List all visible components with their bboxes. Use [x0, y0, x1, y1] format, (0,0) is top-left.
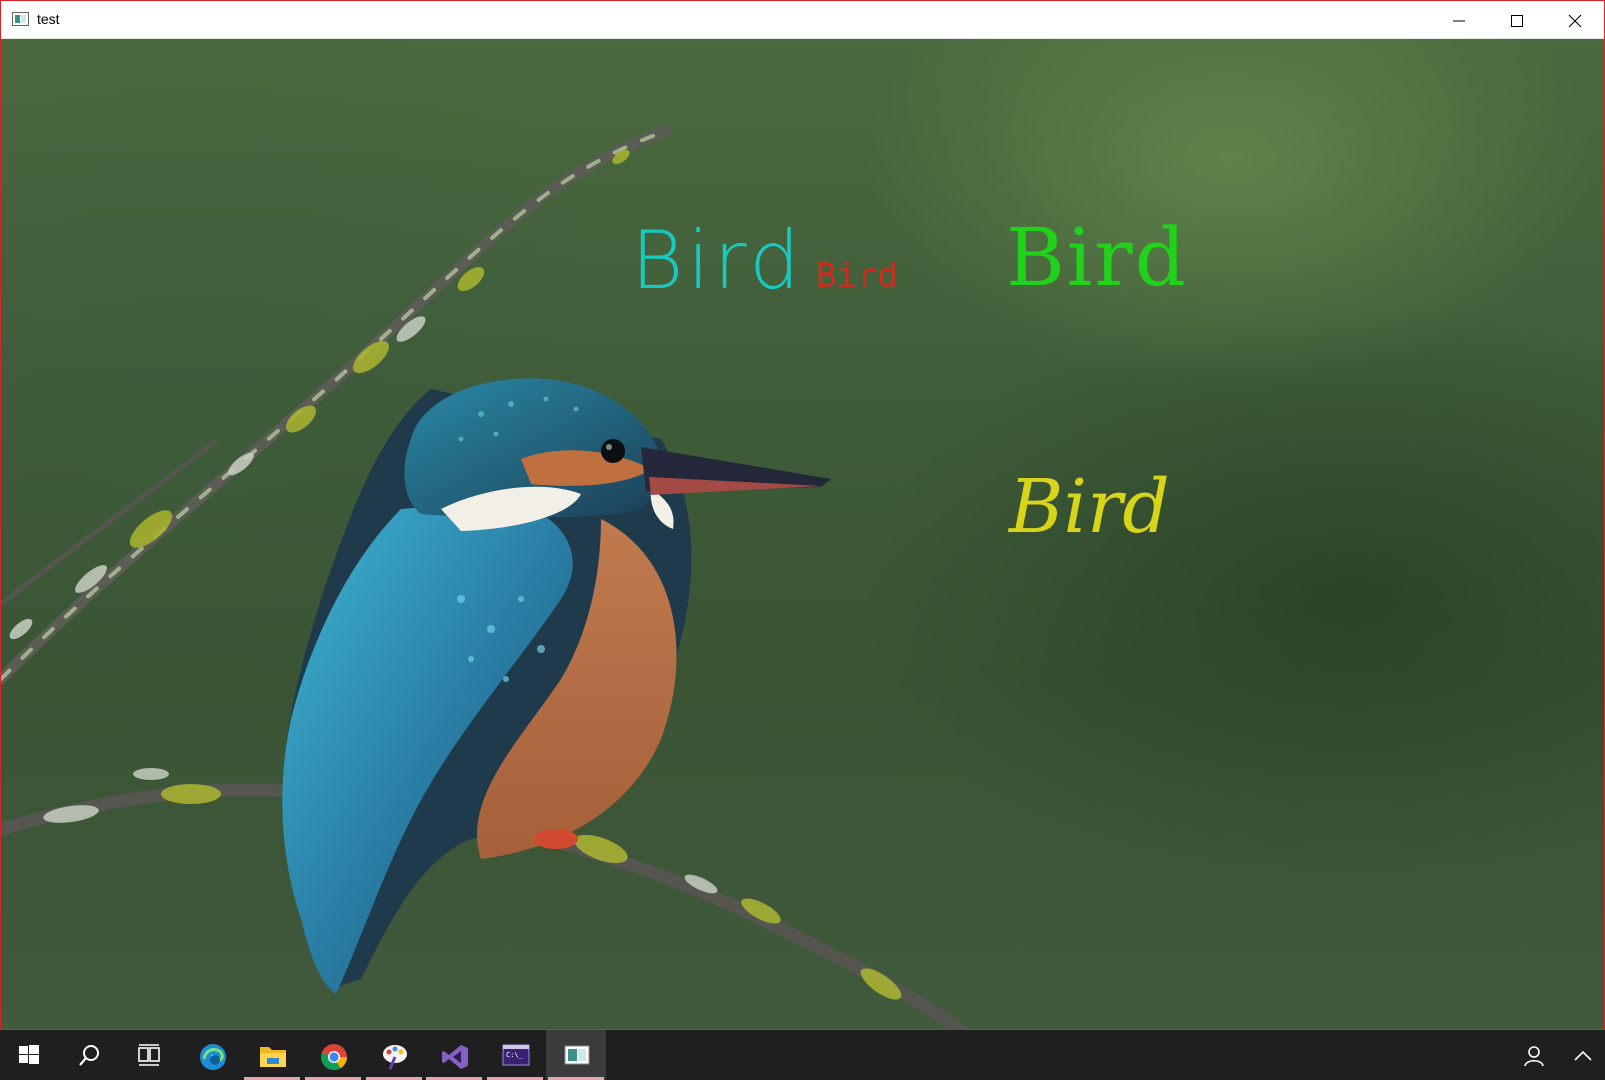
- app-window-icon: [12, 12, 29, 26]
- taskbar: C:\_: [0, 1030, 1605, 1080]
- chevron-up-icon: [1574, 1050, 1592, 1061]
- image-canvas: Bird Bird Bird Bird: [1, 39, 1604, 1029]
- taskbar-chrome[interactable]: [303, 1030, 363, 1080]
- taskbar-test-app[interactable]: [546, 1030, 606, 1080]
- people-icon: [1524, 1046, 1544, 1067]
- file-explorer-icon: [260, 1047, 286, 1067]
- chrome-icon: [321, 1044, 348, 1071]
- title-bar[interactable]: test: [1, 1, 1604, 39]
- close-icon: [1568, 14, 1582, 28]
- taskbar-file-explorer[interactable]: [242, 1030, 302, 1080]
- app-window: test Bird Bird Bird Bird: [0, 0, 1605, 1030]
- taskbar-edge[interactable]: [182, 1030, 242, 1080]
- paint-icon: [383, 1045, 407, 1070]
- search-icon: [79, 1045, 99, 1066]
- bird-label-yellow: Bird: [1009, 464, 1170, 550]
- taskbar-paint[interactable]: [364, 1030, 424, 1080]
- window-title: test: [37, 11, 60, 27]
- maximize-icon: [1511, 15, 1523, 27]
- maximize-button[interactable]: [1488, 1, 1546, 39]
- minimize-button[interactable]: [1430, 1, 1488, 39]
- visual-studio-icon: [442, 1045, 468, 1069]
- tray-people[interactable]: [1512, 1030, 1552, 1080]
- bird-label-red: Bird: [816, 256, 898, 296]
- bird-label-green: Bird: [1006, 211, 1188, 304]
- test-app-icon: [564, 1045, 590, 1065]
- close-button[interactable]: [1546, 1, 1604, 39]
- task-view-icon: [138, 1044, 160, 1066]
- terminal-icon: C:\_: [502, 1044, 530, 1066]
- edge-icon: [200, 1044, 226, 1070]
- start-button[interactable]: [0, 1030, 60, 1080]
- svg-text:C:\_: C:\_: [506, 1051, 524, 1059]
- windows-start-icon: [19, 1045, 39, 1064]
- taskbar-visual-studio[interactable]: [424, 1030, 484, 1080]
- task-view-button[interactable]: [120, 1030, 180, 1080]
- kingfisher-photo: [1, 125, 968, 1029]
- tray-overflow[interactable]: [1562, 1030, 1602, 1080]
- search-button[interactable]: [60, 1030, 120, 1080]
- minimize-icon: [1453, 20, 1465, 22]
- bird-label-cyan: Bird: [631, 214, 804, 307]
- taskbar-terminal[interactable]: C:\_: [485, 1030, 545, 1080]
